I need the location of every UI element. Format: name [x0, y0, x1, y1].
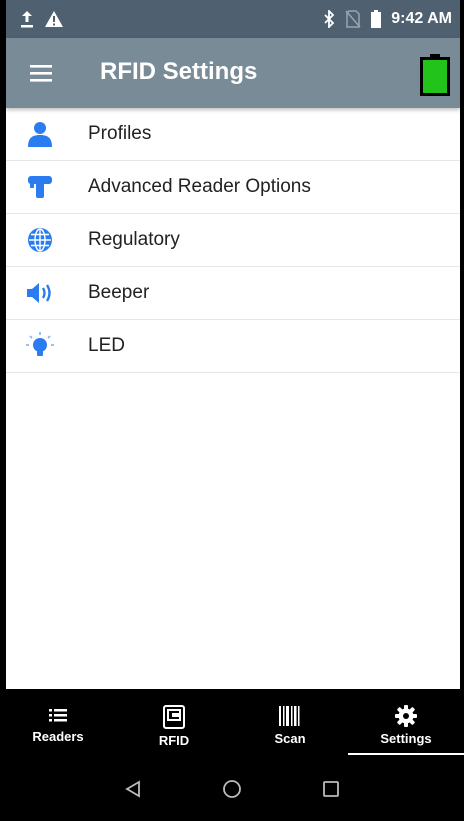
tab-settings[interactable]: Settings — [348, 689, 464, 761]
bottom-navigation: Readers RFID Scan Settings — [0, 689, 464, 761]
settings-item-beeper[interactable]: Beeper — [6, 267, 460, 320]
battery-icon — [371, 10, 382, 28]
rfid-gun-icon — [22, 174, 58, 200]
status-time: 9:42 AM — [391, 10, 452, 27]
list-icon — [49, 709, 67, 722]
no-sim-icon — [345, 10, 361, 28]
settings-item-regulatory[interactable]: Regulatory — [6, 214, 460, 267]
battery-full-icon — [420, 54, 450, 96]
home-icon[interactable] — [222, 779, 242, 804]
bluetooth-icon — [323, 10, 335, 28]
settings-item-label: LED — [88, 335, 125, 356]
tab-label: Readers — [32, 729, 84, 744]
tab-label: Scan — [274, 731, 306, 746]
page-title: RFID Settings — [100, 58, 258, 85]
settings-list: Profiles Advanced Reader Options Regulat… — [6, 108, 460, 373]
system-navigation-bar — [0, 761, 464, 821]
tab-scan[interactable]: Scan — [232, 689, 348, 761]
globe-icon — [22, 227, 58, 253]
settings-item-led[interactable]: LED — [6, 320, 460, 373]
app-bar: RFID Settings — [6, 38, 460, 108]
back-icon[interactable] — [124, 779, 142, 803]
rfid-icon — [163, 705, 185, 729]
tab-label: Settings — [380, 731, 432, 746]
upload-icon — [20, 10, 34, 28]
settings-item-label: Profiles — [88, 123, 152, 144]
hamburger-icon — [30, 65, 52, 82]
settings-item-label: Regulatory — [88, 229, 180, 250]
tab-readers[interactable]: Readers — [0, 689, 116, 761]
settings-item-label: Advanced Reader Options — [88, 176, 311, 197]
tab-rfid[interactable]: RFID — [116, 689, 232, 761]
status-bar: 9:42 AM — [6, 0, 460, 38]
settings-item-profiles[interactable]: Profiles — [6, 108, 460, 161]
speaker-icon — [22, 280, 58, 306]
barcode-icon — [279, 706, 300, 726]
hamburger-menu-button[interactable] — [28, 60, 54, 86]
bulb-icon — [22, 332, 58, 359]
settings-item-label: Beeper — [88, 282, 150, 303]
recents-icon[interactable] — [322, 780, 340, 803]
warning-icon — [44, 10, 64, 28]
profile-icon — [22, 121, 58, 147]
settings-item-advanced-reader-options[interactable]: Advanced Reader Options — [6, 161, 460, 214]
battery-status-button[interactable] — [420, 54, 450, 96]
tab-label: RFID — [158, 733, 190, 748]
gear-icon — [395, 705, 417, 727]
